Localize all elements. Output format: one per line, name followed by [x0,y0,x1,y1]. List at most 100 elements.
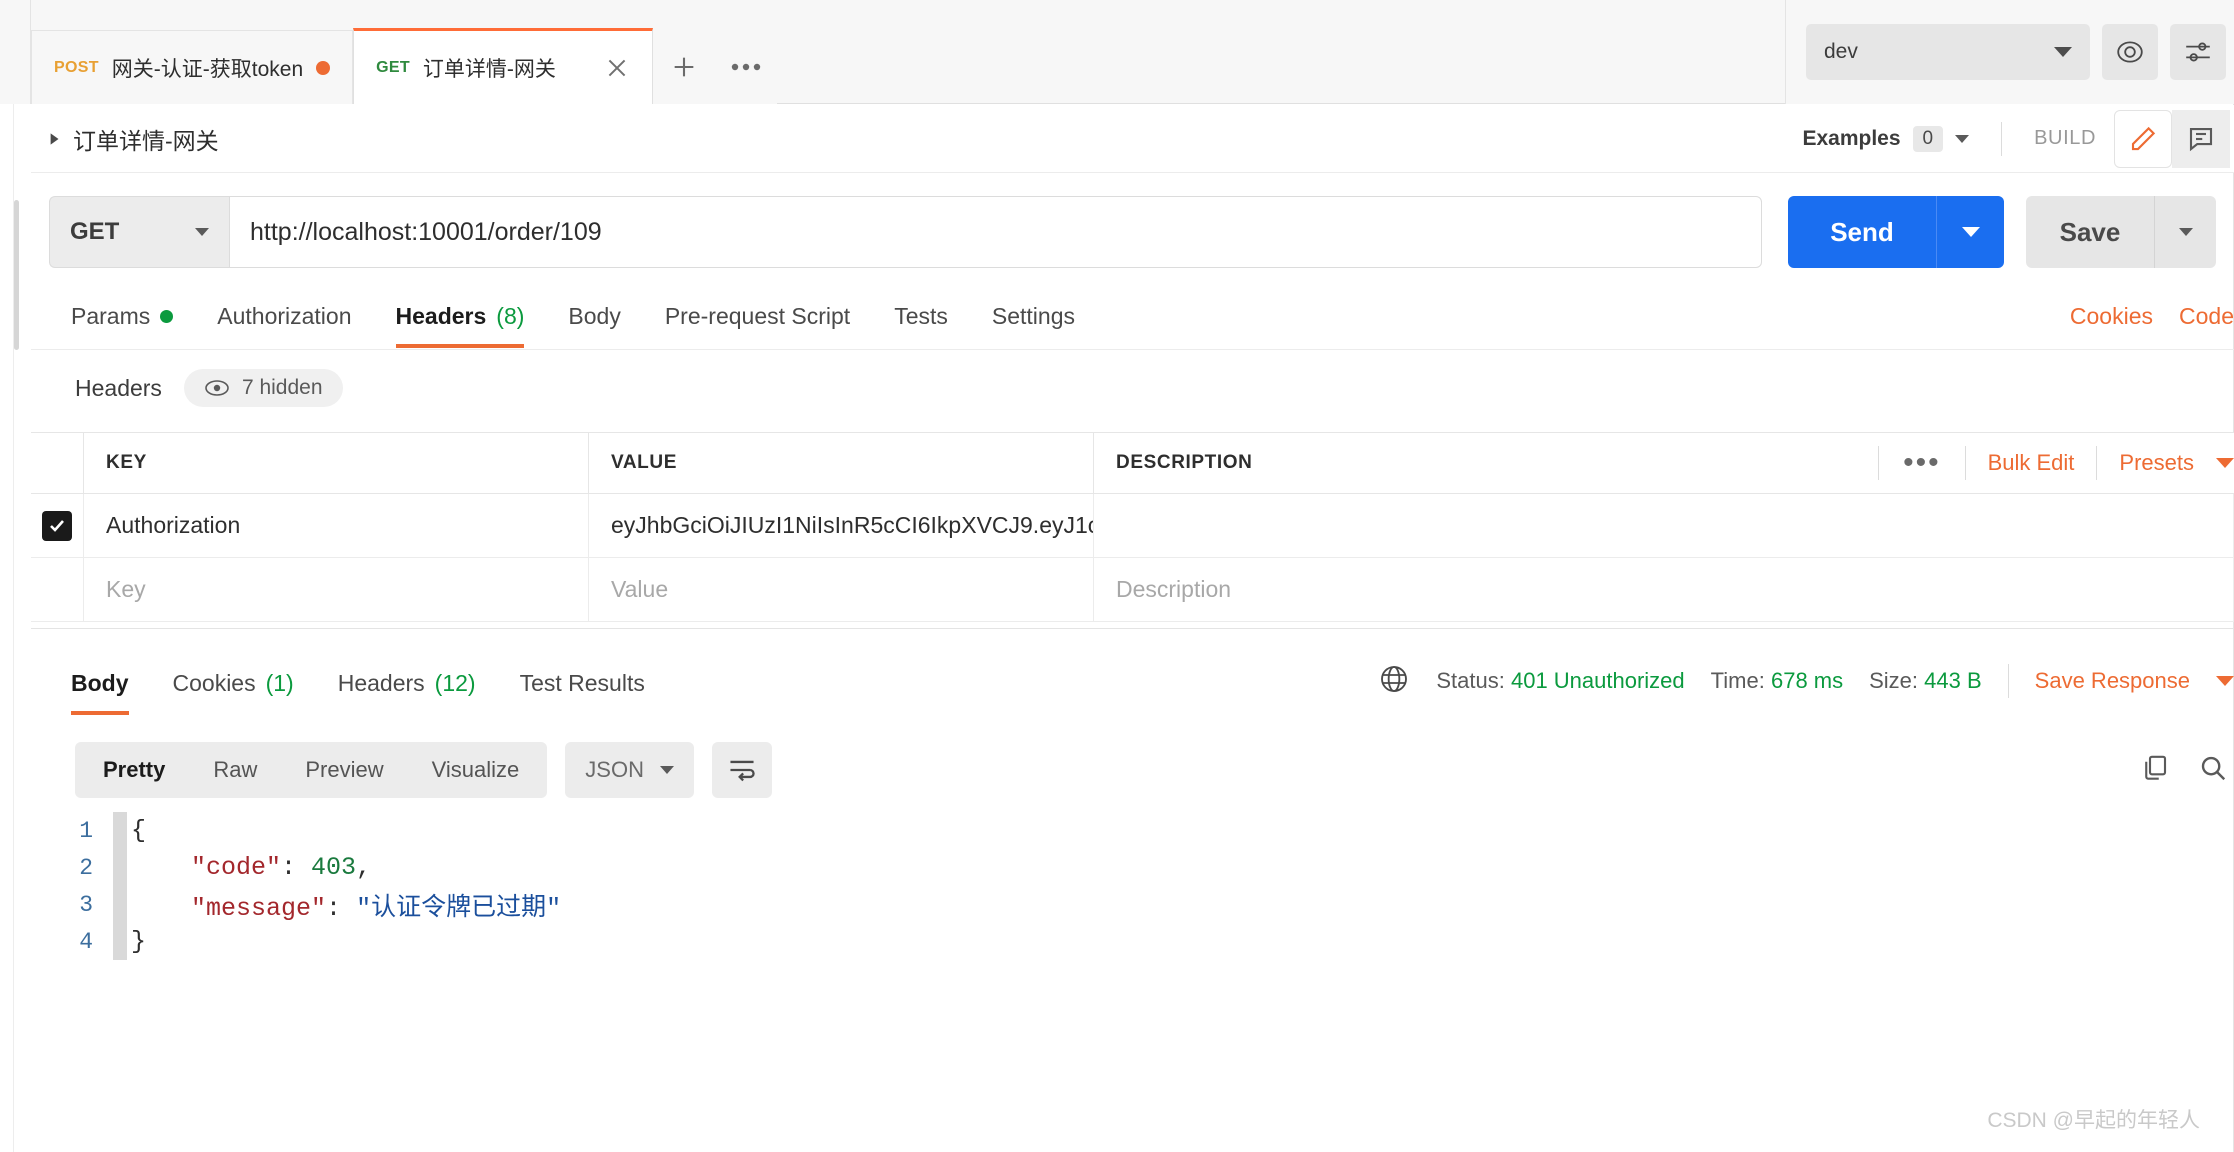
time-value: 678 ms [1770,668,1844,693]
header-value-cell[interactable]: eyJhbGciOiJIUzI1NiIsInR5cCI6IkpXVCJ9.eyJ… [589,493,1094,558]
globe-icon [1378,663,1410,700]
tab-label: Cookies [172,669,256,696]
save-response-button[interactable]: Save Response [2035,668,2190,694]
code-text: } [131,927,147,956]
tab-headers[interactable]: Headers (8) [374,288,547,348]
save-button[interactable]: Save [2026,196,2154,268]
header-key-cell[interactable]: Authorization [84,493,589,558]
fold-guide [113,812,127,849]
search-icon[interactable] [2198,753,2228,788]
build-label: BUILD [2034,127,2096,149]
chevron-down-icon [2054,47,2072,57]
tab-params[interactable]: Params [49,288,195,344]
tab-label: Test Results [519,669,645,696]
line-number: 2 [79,854,93,881]
sliders-icon[interactable] [2170,24,2226,80]
chevron-down-icon[interactable] [2216,458,2234,468]
tab-tests[interactable]: Tests [872,288,970,344]
response-format-selector[interactable]: JSON [565,742,694,798]
line-number: 1 [79,817,93,844]
examples-dropdown[interactable]: Examples 0 [1784,125,1987,152]
bulk-edit-button[interactable]: Bulk Edit [1966,450,2097,476]
size-value: 443 B [1924,668,1982,693]
hidden-headers-label: 7 hidden [241,376,323,399]
table-row[interactable]: Authorization eyJhbGciOiJIUzI1NiIsInR5cC… [31,493,2234,558]
new-tab-button[interactable] [653,30,716,104]
response-tab-body[interactable]: Body [49,655,151,715]
response-body-viewer[interactable]: 1 { 2 "code": 403, 3 "message": "认证令牌已过期… [31,812,2234,1112]
pencil-icon[interactable] [2114,109,2172,168]
postman-window: POST 网关-认证-获取token GET 订单详情-网关 dev 订单详情-… [0,0,2234,1152]
view-mode-raw[interactable]: Raw [189,746,281,794]
response-section-tabs: Body Cookies (1) Headers (12) Test Resul… [31,655,2234,717]
line-number: 3 [79,891,93,918]
response-view-mode-group: Pretty Raw Preview Visualize [75,742,548,798]
chevron-down-icon [1961,227,1980,237]
divider [2001,121,2003,156]
code-text: { [131,816,147,845]
header-value-cell[interactable]: Value [589,557,1094,622]
request-tab-post[interactable]: POST 网关-认证-获取token [31,30,354,104]
request-tab-get[interactable]: GET 订单详情-网关 [353,28,654,104]
send-label: Send [1830,216,1894,247]
environment-selector[interactable]: dev [1806,24,2090,80]
response-view-toolbar: Pretty Raw Preview Visualize JSON [31,738,2234,802]
tab-method-label: POST [54,58,99,76]
tab-body[interactable]: Body [546,288,642,344]
presets-button[interactable]: Presets [2097,450,2216,476]
http-method-label: GET [70,218,120,245]
ellipsis-icon[interactable]: ••• [1879,448,1965,478]
url-value: http://localhost:10001/order/109 [250,217,602,246]
tab-settings[interactable]: Settings [970,288,1097,344]
json-string: "认证令牌已过期" [356,893,562,923]
column-header-key: KEY [84,432,589,494]
tab-label: Params [71,302,151,329]
view-mode-visualize[interactable]: Visualize [408,746,544,794]
header-description-cell[interactable] [1094,493,2234,558]
response-tab-test-results[interactable]: Test Results [498,655,667,711]
header-description-cell[interactable]: Description [1094,557,2234,622]
row-checkbox[interactable] [31,557,84,622]
response-divider [31,628,2234,629]
headers-label: Headers [75,374,162,401]
code-link[interactable]: Code [2179,303,2234,330]
close-icon[interactable] [604,55,630,81]
divider [2007,664,2009,698]
hidden-headers-toggle[interactable]: 7 hidden [183,369,343,407]
environment-quick-look-button[interactable] [2102,24,2158,80]
tab-label: Tests [894,302,948,329]
view-mode-pretty[interactable]: Pretty [79,746,189,794]
response-tab-cookies[interactable]: Cookies (1) [151,655,316,711]
chevron-down-icon[interactable] [2216,676,2234,686]
response-status-bar: Status: 401 Unauthorized Time: 678 ms Si… [1378,655,2234,707]
table-row[interactable]: Key Value Description [31,557,2234,622]
fold-guide [113,849,127,886]
vertical-scrollbar[interactable] [14,200,19,350]
fold-guide [113,923,127,960]
chevron-right-icon[interactable] [39,130,69,148]
cookies-link[interactable]: Cookies [2070,303,2153,330]
http-method-selector[interactable]: GET [49,196,229,268]
copy-icon[interactable] [2140,753,2170,788]
send-button[interactable]: Send [1788,196,1936,268]
row-checkbox[interactable] [31,493,84,558]
comment-icon[interactable] [2172,109,2230,168]
size-label: Size: 443 B [1869,668,1982,694]
view-mode-preview[interactable]: Preview [281,746,407,794]
size-label-text: Size: [1869,668,1919,693]
save-label: Save [2059,216,2121,247]
response-view-actions [2140,753,2234,788]
time-label-text: Time: [1710,668,1765,693]
url-input[interactable]: http://localhost:10001/order/109 [229,196,1762,268]
code-line: 3 "message": "认证令牌已过期" [31,886,2234,923]
header-key-cell[interactable]: Key [84,557,589,622]
tab-authorization[interactable]: Authorization [195,288,373,344]
text-wrap-icon[interactable] [711,742,772,798]
select-all-cell[interactable] [31,432,84,494]
tab-pre-request-script[interactable]: Pre-request Script [643,288,872,344]
left-edge-strip [0,104,14,1152]
tab-options-button[interactable] [715,30,778,104]
send-options-button[interactable] [1936,196,2004,268]
response-tab-headers[interactable]: Headers (12) [316,655,498,711]
save-options-button[interactable] [2154,196,2216,268]
